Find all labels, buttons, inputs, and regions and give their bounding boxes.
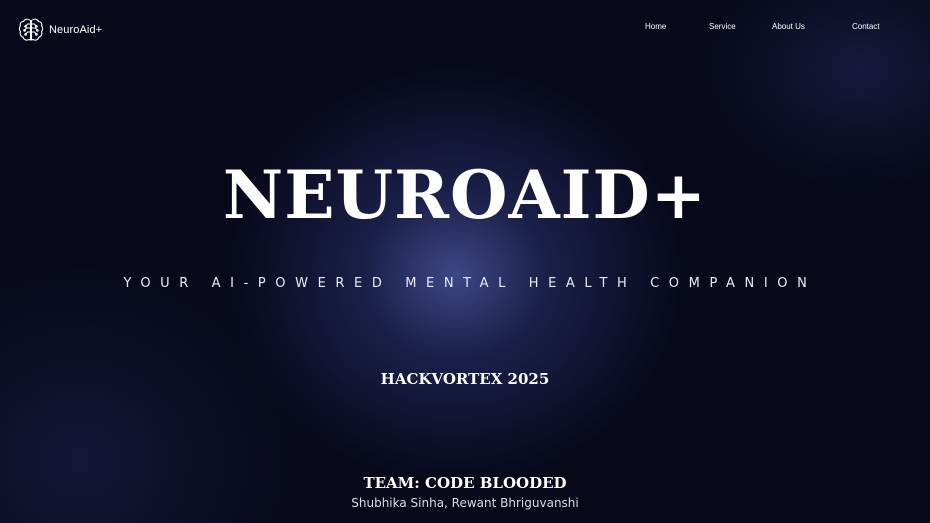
hero-tagline: YOUR AI-POWERED MENTAL HEALTH COMPANION: [123, 276, 817, 291]
event-label: HACKVORTEX 2025: [380, 370, 550, 388]
hero-title: NEUROAID+: [222, 156, 708, 234]
nav-link-service[interactable]: Service: [709, 22, 736, 31]
nav-link-home[interactable]: Home: [645, 22, 666, 31]
top-navbar: NeuroAid+ Home Service About Us Contact: [0, 0, 930, 60]
nav-link-contact[interactable]: Contact: [852, 22, 880, 31]
team-members: Shubhika Sinha, Rewant Bhriguvanshi: [351, 496, 579, 510]
nav-link-about-us[interactable]: About Us: [772, 22, 805, 31]
team-title: TEAM: CODE BLOODED: [363, 474, 567, 492]
nav-links: Home Service About Us Contact: [0, 22, 930, 36]
